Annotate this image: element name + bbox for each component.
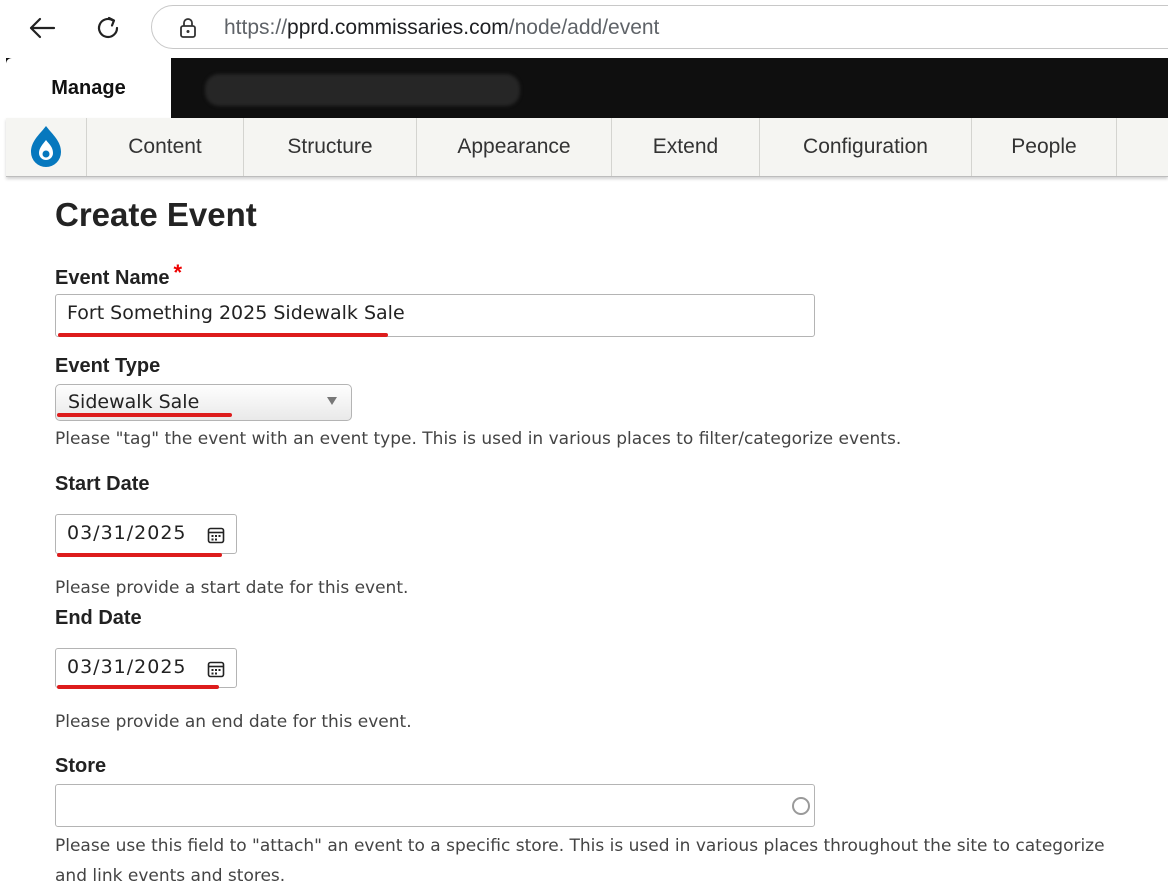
event-name-label: Event Name * [55,260,182,290]
start-date-description: Please provide a start date for this eve… [55,578,409,598]
start-date-value: 03/31/2025 [67,522,187,544]
autocomplete-throbber-icon [792,797,810,815]
menu-item-configuration[interactable]: Configuration [760,118,972,176]
page-title: Create Event [55,196,257,233]
annotation-underline [57,553,222,557]
admin-toolbar [6,58,1168,118]
lock-icon[interactable] [178,17,198,39]
store-label: Store [55,755,107,777]
url-path: /node/add/event [508,16,660,39]
calendar-icon[interactable] [207,660,225,678]
address-bar[interactable]: https://pprd.commissaries.com/node/add/e… [151,5,1168,49]
chevron-down-icon [327,397,337,405]
annotation-underline [57,413,232,417]
toolbar-tab-manage[interactable]: Manage [6,58,171,118]
end-date-value: 03/31/2025 [67,656,187,678]
event-type-description: Please "tag" the event with an event typ… [55,429,902,449]
drupal-home-link[interactable] [6,118,87,176]
store-autocomplete-input[interactable] [55,784,815,827]
back-button[interactable] [24,10,60,46]
store-description-line1: Please use this field to "attach" an eve… [55,836,1105,856]
required-mark: * [173,260,183,285]
event-name-label-text: Event Name [55,267,170,289]
end-date-label: End Date [55,607,142,629]
url-scheme: https:// [224,16,288,39]
reload-button[interactable] [90,10,126,46]
redacted-area [205,74,520,106]
calendar-icon[interactable] [207,526,225,544]
url-domain: pprd.commissaries.com [287,16,509,39]
menu-item-appearance[interactable]: Appearance [417,118,612,176]
end-date-description: Please provide an end date for this even… [55,712,412,732]
url-text[interactable]: https://pprd.commissaries.com/node/add/e… [224,16,659,40]
admin-menu-bar: Content Structure Appearance Extend Conf… [6,118,1168,177]
store-description-line2: and link events and stores. [55,866,286,886]
menu-item-extend[interactable]: Extend [612,118,760,176]
start-date-label: Start Date [55,473,150,495]
browser-toolbar: https://pprd.commissaries.com/node/add/e… [0,0,1168,58]
menu-item-content[interactable]: Content [87,118,244,176]
reload-icon [97,16,119,39]
annotation-underline [57,685,219,689]
back-arrow-icon [29,17,56,39]
start-date-input[interactable]: 03/31/2025 [55,514,237,554]
menu-item-structure[interactable]: Structure [244,118,417,176]
event-type-value: Sidewalk Sale [68,391,200,413]
annotation-underline [58,333,388,337]
event-name-value: Fort Something 2025 Sidewalk Sale [67,302,405,324]
event-name-input[interactable]: Fort Something 2025 Sidewalk Sale [55,294,815,337]
event-type-label: Event Type [55,355,161,377]
menu-item-people[interactable]: People [972,118,1117,176]
drupal-logo-icon [31,126,61,167]
end-date-input[interactable]: 03/31/2025 [55,648,237,688]
